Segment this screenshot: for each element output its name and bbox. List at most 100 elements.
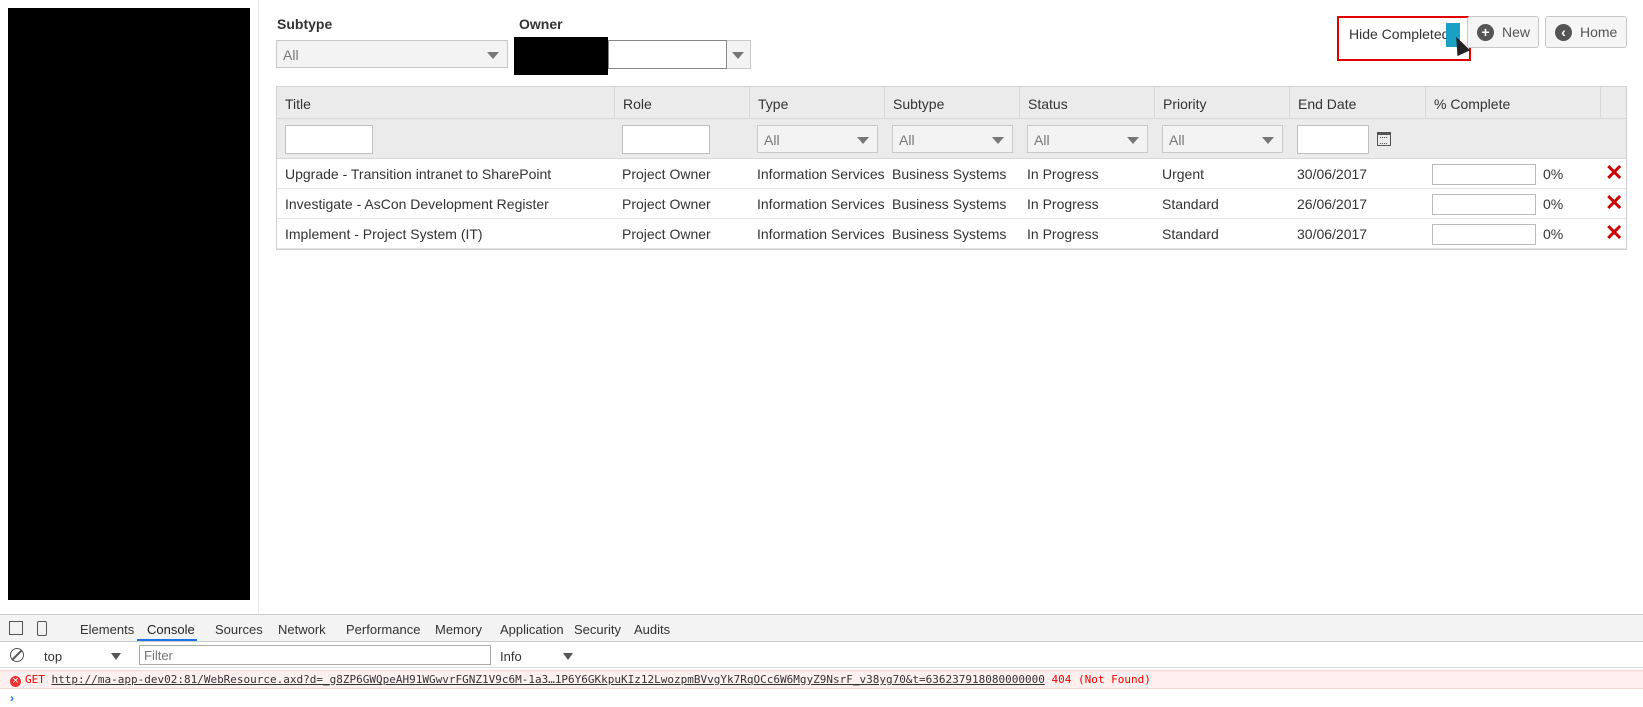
subtype-filter-select[interactable]: All <box>276 40 508 68</box>
chevron-down-icon <box>487 52 499 59</box>
cell-subtype: Business Systems <box>892 166 1007 182</box>
app-root: Subtype All Owner Hide Completed + New ‹… <box>0 0 1643 707</box>
inspect-element-icon[interactable] <box>9 621 23 635</box>
new-button[interactable]: + New <box>1467 16 1539 48</box>
devtools-tab-console[interactable]: Console <box>147 622 195 637</box>
devtools-tab-security[interactable]: Security <box>574 622 621 637</box>
error-status: 404 (Not Found) <box>1051 673 1151 686</box>
cell-title: Upgrade - Transition intranet to SharePo… <box>285 166 552 182</box>
table-row[interactable]: Implement - Project System (IT) Project O… <box>277 219 1626 249</box>
devtools-tab-network[interactable]: Network <box>278 622 326 637</box>
console-toolbar: top Info <box>0 642 1643 668</box>
console-filter-input[interactable] <box>139 645 491 665</box>
grid-filter-row: All All All All <box>277 119 1626 159</box>
cell-priority: Urgent <box>1162 166 1205 182</box>
console-prompt[interactable]: › <box>10 691 14 705</box>
cell-priority: Standard <box>1162 196 1219 212</box>
subtype-column-filter-select[interactable]: All <box>892 125 1013 153</box>
devtools-tab-memory[interactable]: Memory <box>435 622 482 637</box>
cell-type: Information Services <box>757 166 885 182</box>
devtools-tab-audits[interactable]: Audits <box>634 622 670 637</box>
cell-percent-complete: 0% <box>1543 196 1564 212</box>
devtools-tab-performance[interactable]: Performance <box>346 622 420 637</box>
chevron-down-icon <box>1127 137 1139 144</box>
clear-console-icon[interactable] <box>10 648 24 662</box>
subtype-column-filter-value: All <box>899 132 915 148</box>
delete-icon[interactable]: ✕ <box>1605 161 1623 185</box>
status-filter-value: All <box>1034 132 1050 148</box>
redacted-sidebar <box>8 8 250 600</box>
column-header-status[interactable]: Status <box>1019 87 1154 119</box>
calendar-icon[interactable] <box>1377 132 1391 146</box>
delete-icon[interactable]: ✕ <box>1605 221 1623 245</box>
delete-icon[interactable]: ✕ <box>1605 191 1623 215</box>
progress-bar <box>1432 164 1536 185</box>
cell-title: Implement - Project System (IT) <box>285 226 483 242</box>
subtype-filter-label: Subtype <box>277 16 333 32</box>
home-button-label: Home <box>1580 24 1618 40</box>
error-url-link[interactable]: http://ma-app-dev02:81/WebResource.axd?d… <box>52 673 1045 686</box>
cell-percent-complete: 0% <box>1543 226 1564 242</box>
column-header-title[interactable]: Title <box>277 87 614 119</box>
column-header-subtype[interactable]: Subtype <box>884 87 1019 119</box>
error-method: GET <box>25 673 45 686</box>
error-icon: × <box>10 676 21 687</box>
column-header-priority[interactable]: Priority <box>1154 87 1289 119</box>
cell-end-date: 30/06/2017 <box>1297 166 1368 182</box>
back-arrow-circle-icon: ‹ <box>1555 24 1572 41</box>
devtools-tab-application[interactable]: Application <box>500 622 564 637</box>
type-filter-select[interactable]: All <box>757 125 878 153</box>
column-header-end-date[interactable]: End Date <box>1289 87 1425 119</box>
context-selector[interactable]: top <box>44 649 62 664</box>
devtools-tab-bar: Elements Console Sources Network Performance… <box>0 615 1643 642</box>
sidebar-divider <box>258 0 259 614</box>
chevron-down-icon <box>992 137 1004 144</box>
cell-role: Project Owner <box>622 166 711 182</box>
cell-status: In Progress <box>1027 196 1099 212</box>
progress-bar <box>1432 224 1536 245</box>
column-header-percent-complete[interactable]: % Complete <box>1425 87 1600 119</box>
cell-subtype: Business Systems <box>892 196 1007 212</box>
column-header-actions <box>1600 87 1626 119</box>
chevron-down-icon <box>1262 137 1274 144</box>
status-filter-select[interactable]: All <box>1027 125 1148 153</box>
chevron-down-icon <box>857 137 869 144</box>
cell-role: Project Owner <box>622 196 711 212</box>
cell-end-date: 30/06/2017 <box>1297 226 1368 242</box>
cell-priority: Standard <box>1162 226 1219 242</box>
owner-filter-label: Owner <box>519 16 563 32</box>
table-row[interactable]: Upgrade - Transition intranet to SharePo… <box>277 159 1626 189</box>
cell-status: In Progress <box>1027 226 1099 242</box>
device-toolbar-icon[interactable] <box>37 621 47 636</box>
subtype-filter-value: All <box>283 47 299 63</box>
table-row[interactable]: Investigate - AsCon Development Register… <box>277 189 1626 219</box>
grid-header: Title Role Type Subtype Status Priority … <box>277 87 1626 119</box>
cell-type: Information Services <box>757 226 885 242</box>
cell-title: Investigate - AsCon Development Register <box>285 196 549 212</box>
cell-status: In Progress <box>1027 166 1099 182</box>
hide-completed-label: Hide Completed <box>1349 26 1450 42</box>
devtools-tab-elements[interactable]: Elements <box>80 622 134 637</box>
priority-filter-select[interactable]: All <box>1162 125 1283 153</box>
role-filter-input[interactable] <box>622 125 710 154</box>
chevron-down-icon <box>732 52 744 59</box>
redacted-owner-name <box>514 37 608 75</box>
cell-percent-complete: 0% <box>1543 166 1564 182</box>
priority-filter-value: All <box>1169 132 1185 148</box>
log-level-selector[interactable]: Info <box>500 649 522 664</box>
column-header-type[interactable]: Type <box>749 87 884 119</box>
cell-subtype: Business Systems <box>892 226 1007 242</box>
console-error-message: × GET http://ma-app-dev02:81/WebResource.… <box>0 670 1643 689</box>
devtools-tab-sources[interactable]: Sources <box>215 622 263 637</box>
owner-filter-input[interactable] <box>608 40 727 69</box>
active-tab-indicator <box>137 639 197 641</box>
home-button[interactable]: ‹ Home <box>1545 16 1627 48</box>
column-header-role[interactable]: Role <box>614 87 749 119</box>
cell-role: Project Owner <box>622 226 711 242</box>
cell-type: Information Services <box>757 196 885 212</box>
title-filter-input[interactable] <box>285 125 373 154</box>
end-date-filter-input[interactable] <box>1297 125 1369 154</box>
devtools-panel: Elements Console Sources Network Performance… <box>0 614 1643 707</box>
plus-circle-icon: + <box>1477 24 1494 41</box>
owner-filter-dropdown-button[interactable] <box>727 40 751 69</box>
